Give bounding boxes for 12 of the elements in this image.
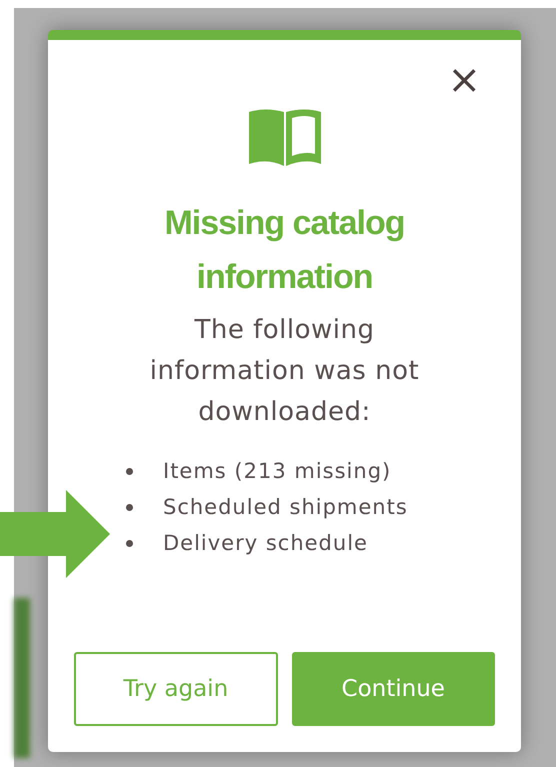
retry-button[interactable]: Try again [74,652,278,726]
bullet-icon [126,540,133,546]
bullet-icon [126,468,133,474]
list-item: Delivery schedule [163,530,368,557]
dialog-message: The following information was not downloaded: [148,314,420,429]
list-item: Scheduled shipments [163,494,408,521]
dialog-title: Missing catalog information [163,203,406,298]
book-icon [246,108,322,168]
bullet-icon [126,504,133,510]
continue-button[interactable]: Continue [292,652,495,726]
list-item: Items (213 missing) [163,458,392,485]
close-button[interactable]: × [447,62,481,98]
